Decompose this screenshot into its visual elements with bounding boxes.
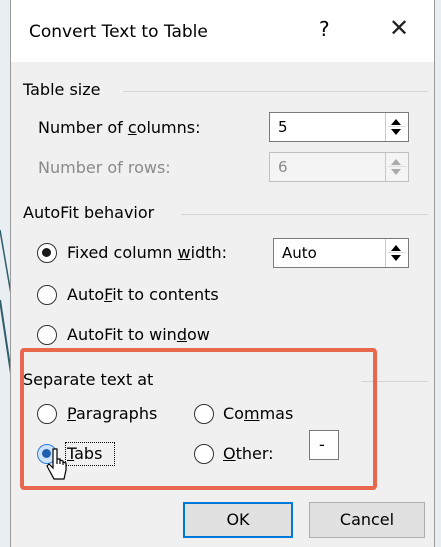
divider	[181, 214, 428, 215]
rows-spinner: 6	[269, 152, 409, 182]
columns-spin-arrows[interactable]	[385, 113, 408, 141]
table-size-heading: Table size	[23, 80, 101, 99]
autofit-heading: AutoFit behavior	[23, 203, 155, 222]
help-button[interactable]: ?	[319, 17, 330, 41]
columns-label: Number of columns:	[38, 118, 201, 137]
spin-up-icon[interactable]	[391, 119, 401, 125]
column-width-spinner[interactable]: Auto	[273, 238, 409, 268]
rows-value: 6	[278, 158, 288, 176]
columns-value[interactable]: 5	[278, 118, 288, 136]
columns-spinner[interactable]: 5	[269, 112, 409, 142]
title-bar: Convert Text to Table ? ✕	[11, 0, 434, 62]
ok-button[interactable]: OK	[183, 502, 293, 538]
mouse-pointer-icon	[46, 446, 68, 486]
spin-down-icon[interactable]	[391, 255, 401, 261]
spin-up-icon	[391, 159, 401, 165]
fixed-column-width-radio[interactable]	[37, 243, 57, 263]
spin-up-icon[interactable]	[391, 245, 401, 251]
cancel-button[interactable]: Cancel	[309, 502, 425, 538]
autofit-contents-label[interactable]: AutoFit to contents	[67, 285, 219, 304]
column-width-value[interactable]: Auto	[282, 244, 317, 262]
dialog-title: Convert Text to Table	[29, 22, 208, 42]
autofit-window-label[interactable]: AutoFit to window	[67, 325, 210, 344]
column-width-spin-arrows[interactable]	[385, 239, 408, 267]
convert-text-to-table-dialog: Convert Text to Table ? ✕ Table size Num…	[10, 0, 435, 547]
autofit-contents-radio[interactable]	[37, 285, 57, 305]
rows-spin-arrows	[385, 153, 408, 181]
divider	[123, 91, 428, 92]
highlight-annotation-box	[20, 348, 377, 490]
spin-down-icon[interactable]	[391, 129, 401, 135]
close-button[interactable]: ✕	[389, 14, 409, 42]
fixed-column-width-label[interactable]: Fixed column width:	[67, 243, 227, 262]
rows-label: Number of rows:	[38, 158, 171, 177]
autofit-window-radio[interactable]	[37, 325, 57, 345]
spin-down-icon	[391, 169, 401, 175]
